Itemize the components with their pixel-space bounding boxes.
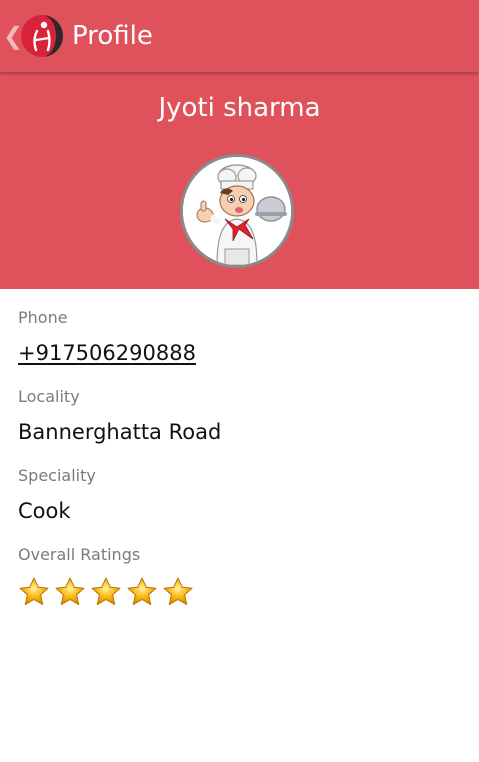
app-logo-icon (21, 15, 63, 57)
star-icon (55, 577, 85, 606)
locality-value: Bannerghatta Road (18, 420, 222, 444)
phone-label: Phone (18, 308, 68, 327)
avatar (180, 154, 294, 268)
star-icon (91, 577, 121, 606)
profile-screen: ❮ Profile Jyoti sharma Phone +9175062908… (0, 0, 479, 762)
profile-name: Jyoti sharma (158, 93, 321, 123)
screen-title: Profile (72, 21, 153, 51)
rating-stars (18, 576, 194, 610)
locality-label: Locality (18, 387, 80, 406)
profile-header: Jyoti sharma (0, 72, 479, 289)
action-bar: ❮ Profile (0, 0, 479, 72)
ratings-label: Overall Ratings (18, 545, 141, 564)
phone-link[interactable]: +917506290888 (18, 338, 196, 368)
star-icon (163, 577, 193, 606)
speciality-value: Cook (18, 499, 71, 523)
star-icon (127, 577, 157, 606)
chef-avatar-icon (183, 157, 291, 265)
star-icon (19, 577, 49, 606)
back-button[interactable]: ❮ (0, 0, 68, 72)
speciality-label: Speciality (18, 466, 96, 485)
